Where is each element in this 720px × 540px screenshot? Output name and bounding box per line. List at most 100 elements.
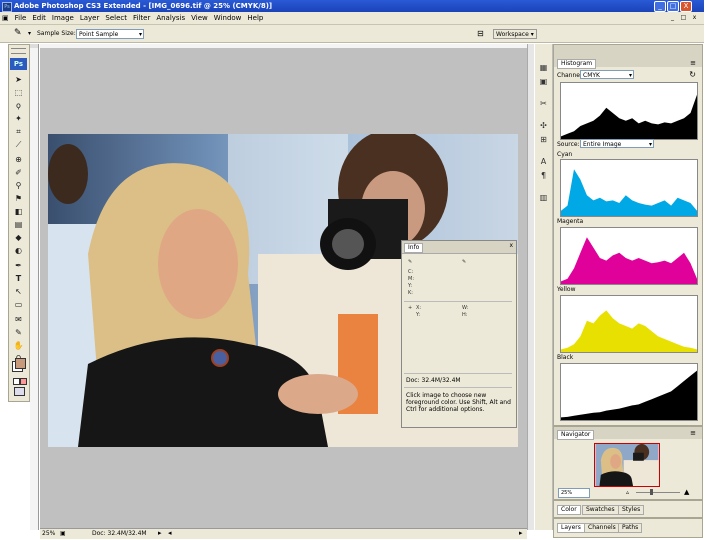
info-h-label: H:	[462, 312, 468, 318]
panel-dock-icons: ▦ ▣ ✂ ✣ ⊞ A ¶ ▥	[535, 44, 553, 530]
brushes-dock-icon[interactable]: ✂	[538, 98, 549, 109]
eyedropper-tool-icon[interactable]: ✎	[12, 326, 25, 339]
tab-color[interactable]: Color	[557, 505, 581, 515]
menu-edit[interactable]: Edit	[29, 12, 49, 24]
menu-filter[interactable]: Filter	[130, 12, 153, 24]
marquee-tool-icon[interactable]: ⬚	[12, 86, 25, 99]
panel-menu-icon[interactable]: ≡	[690, 59, 696, 67]
ps-logo[interactable]: Ps	[10, 58, 27, 70]
menu-analysis[interactable]: Analysis	[153, 12, 188, 24]
source-select[interactable]: Entire Image ▾	[580, 139, 654, 148]
clone-stamp-tool-icon[interactable]: ⚲	[12, 179, 25, 192]
background-color-swatch[interactable]	[15, 358, 26, 369]
eraser-tool-icon[interactable]: ◧	[12, 205, 25, 218]
hand-tool-icon[interactable]: ✋	[12, 339, 25, 352]
menu-help[interactable]: Help	[244, 12, 266, 24]
refresh-icon[interactable]: ↻	[689, 70, 696, 79]
shape-tool-icon[interactable]: ▭	[12, 298, 25, 311]
navigator-thumbnail[interactable]	[594, 443, 660, 487]
tab-channels[interactable]: Channels	[584, 523, 620, 533]
panel-close-icon[interactable]: x	[509, 242, 513, 249]
magic-wand-tool-icon[interactable]: ✦	[12, 112, 25, 125]
toolbox: Ps ➤ ⬚ ϙ ✦ ⌗ ⟋ ⊕ ✐ ⚲ ⚑ ◧ ▤ ◆ ◐ ✒ T ↖ ▭ ✉…	[8, 44, 30, 402]
vertical-scrollbar[interactable]	[527, 44, 534, 530]
tab-styles[interactable]: Styles	[618, 505, 645, 515]
info-dock-icon[interactable]: ▣	[538, 76, 549, 87]
sample-size-select[interactable]: Point Sample ▾	[76, 29, 144, 39]
histogram-cyan	[560, 159, 698, 217]
doc-minimize-button[interactable]: _	[669, 14, 676, 21]
tab-layers[interactable]: Layers	[557, 523, 585, 533]
zoom-in-icon[interactable]: ▲	[684, 488, 689, 496]
menu-layer[interactable]: Layer	[77, 12, 103, 24]
type-tool-icon[interactable]: T	[12, 272, 25, 285]
histogram-composite	[560, 82, 698, 140]
status-doc-size: Doc: 32.4M/32.4M	[92, 530, 147, 537]
status-zoom[interactable]: 25%	[42, 530, 55, 537]
minimize-button[interactable]: _	[654, 1, 666, 12]
menu-view[interactable]: View	[188, 12, 211, 24]
quick-mask-icon[interactable]	[20, 378, 27, 385]
menu-bar: ▣ File Edit Image Layer Select Filter Analysis V…	[0, 12, 704, 25]
layer-comps-dock-icon[interactable]: ▥	[538, 192, 549, 203]
info-eyedropper-icon: ✎	[408, 259, 413, 265]
notes-tool-icon[interactable]: ✉	[12, 313, 25, 326]
dodge-tool-icon[interactable]: ◐	[12, 244, 25, 257]
palette-well-icon[interactable]: ⊟	[477, 29, 484, 38]
info-x-label: X:	[416, 305, 422, 311]
brush-tool-icon[interactable]: ✐	[12, 166, 25, 179]
doc-close-button[interactable]: x	[691, 14, 698, 21]
zoom-slider[interactable]	[636, 492, 680, 493]
menu-file[interactable]: File	[12, 12, 30, 24]
menu-select[interactable]: Select	[102, 12, 130, 24]
ruler-origin[interactable]	[30, 44, 38, 48]
tool-preset-arrow-icon[interactable]: ▾	[28, 30, 31, 37]
maximize-button[interactable]: □	[667, 1, 679, 12]
tab-paths[interactable]: Paths	[618, 523, 643, 533]
doc-maximize-button[interactable]: □	[680, 14, 687, 21]
status-menu-arrow-icon[interactable]: ▸	[158, 529, 162, 537]
character-dock-icon[interactable]: A	[538, 156, 549, 167]
path-selection-tool-icon[interactable]: ↖	[12, 285, 25, 298]
crop-tool-icon[interactable]: ⌗	[12, 125, 25, 138]
clone-source-dock-icon[interactable]: ⊞	[538, 134, 549, 145]
color-panel-group: Color Swatches Styles	[553, 500, 703, 518]
divider	[404, 301, 512, 302]
scroll-left-icon[interactable]: ◂	[168, 529, 172, 537]
zoom-out-icon[interactable]: ▵	[626, 489, 629, 496]
workspace-button[interactable]: Workspace ▾	[493, 29, 537, 39]
close-button[interactable]: X	[680, 1, 692, 12]
sample-size-label: Sample Size:	[37, 30, 76, 37]
move-tool-icon[interactable]: ➤	[12, 73, 25, 86]
healing-brush-tool-icon[interactable]: ⊕	[12, 153, 25, 166]
tab-navigator[interactable]: Navigator	[557, 430, 595, 440]
history-brush-tool-icon[interactable]: ⚑	[12, 192, 25, 205]
tab-info[interactable]: Info	[404, 243, 424, 253]
screen-mode-icon[interactable]	[14, 387, 25, 396]
tab-histogram[interactable]: Histogram	[557, 59, 597, 69]
title-bar: Ps Adobe Photoshop CS3 Extended - [IMG_0…	[0, 0, 704, 12]
navigator-dock-icon[interactable]: ▦	[538, 62, 549, 73]
blur-tool-icon[interactable]: ◆	[12, 231, 25, 244]
slice-tool-icon[interactable]: ⟋	[12, 138, 25, 151]
tab-swatches[interactable]: Swatches	[582, 505, 619, 515]
panel-menu-icon[interactable]: ≡	[690, 429, 696, 437]
menu-window[interactable]: Window	[211, 12, 245, 24]
tool-presets-dock-icon[interactable]: ✣	[538, 120, 549, 131]
eyedropper-icon[interactable]: ✎	[14, 28, 22, 38]
pen-tool-icon[interactable]: ✒	[12, 259, 25, 272]
histogram-yellow	[560, 295, 698, 353]
histogram-yellow-graph	[561, 310, 697, 352]
menu-image[interactable]: Image	[49, 12, 77, 24]
channel-select[interactable]: CMYK ▾	[580, 70, 634, 79]
gradient-tool-icon[interactable]: ▤	[12, 218, 25, 231]
lasso-tool-icon[interactable]: ϙ	[12, 99, 25, 112]
paragraph-dock-icon[interactable]: ¶	[538, 170, 549, 181]
navigator-zoom-input[interactable]: 25%	[558, 488, 590, 498]
scroll-right-icon[interactable]: ▸	[519, 529, 523, 537]
toolbox-grip[interactable]	[11, 48, 26, 54]
standard-mode-icon[interactable]	[13, 378, 20, 385]
info-m-label: M:	[408, 276, 414, 282]
histogram-area	[561, 169, 697, 216]
zoom-slider-handle[interactable]	[650, 489, 653, 495]
